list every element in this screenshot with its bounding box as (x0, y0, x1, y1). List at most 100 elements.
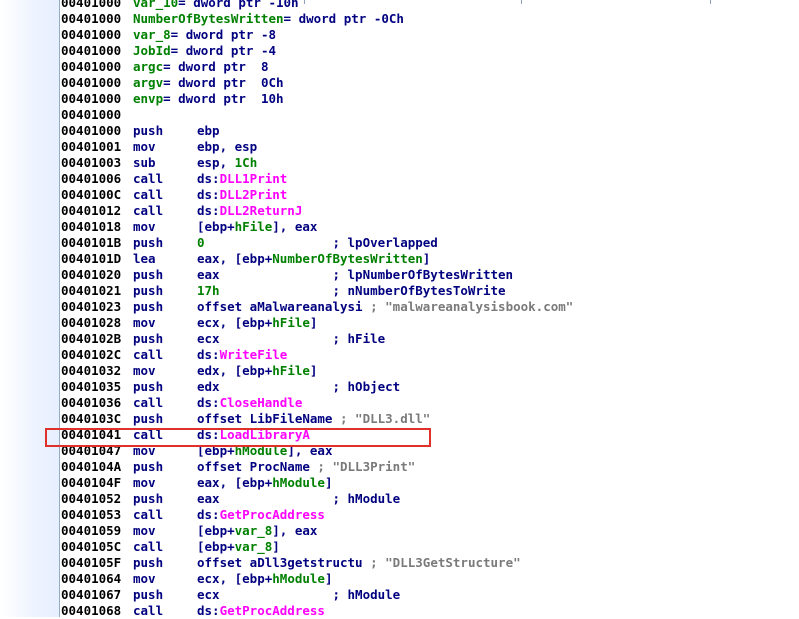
variable-ref[interactable]: hModule (272, 475, 325, 490)
instruction-operands[interactable]: [ebp+var_8], eax (197, 523, 317, 538)
instruction-operands[interactable]: ecx, [ebp+hFile] (197, 315, 317, 330)
instruction-mnemonic[interactable]: push (133, 267, 197, 283)
variable-ref[interactable]: hFile (272, 363, 310, 378)
instruction-mnemonic[interactable]: push (133, 411, 197, 427)
line-address[interactable]: 00401018 (61, 219, 133, 235)
line-address[interactable]: 00401032 (61, 363, 133, 379)
line-address[interactable]: 00401052 (61, 491, 133, 507)
line-address[interactable]: 00401053 (61, 507, 133, 523)
instruction-operands[interactable]: eax (197, 491, 220, 506)
instruction-mnemonic[interactable]: mov (133, 315, 197, 331)
instruction-mnemonic[interactable]: mov (133, 139, 197, 155)
import-name[interactable]: DLL1Print (220, 171, 288, 186)
instruction-mnemonic[interactable]: call (133, 187, 197, 203)
instruction-operands[interactable]: edx (197, 379, 220, 394)
listing-line[interactable]: 0040103C push offset LibFileName ; "DLL3.d… (61, 411, 799, 427)
instruction-operands[interactable]: offset LibFileName (197, 411, 332, 426)
listing-line[interactable]: 00401000 (61, 107, 799, 123)
variable-ref[interactable]: NumberOfBytesWritten (272, 251, 423, 266)
instruction-mnemonic[interactable]: call (133, 171, 197, 187)
instruction-mnemonic[interactable]: push (133, 283, 197, 299)
line-address[interactable]: 00401035 (61, 379, 133, 395)
line-address[interactable]: 00401000 (61, 43, 133, 59)
stack-var-name[interactable]: JobId (133, 43, 171, 58)
line-address[interactable]: 00401021 (61, 283, 133, 299)
listing-line[interactable]: 00401021 push 17h ; nNumberOfBytesToWrite (61, 283, 799, 299)
import-name[interactable]: DLL2ReturnJ (220, 203, 303, 218)
instruction-mnemonic[interactable]: mov (133, 363, 197, 379)
listing-line[interactable]: 0040101B push 0 ; lpOverlapped (61, 235, 799, 251)
line-address[interactable]: 0040102B (61, 331, 133, 347)
instruction-operands[interactable]: eax, [ebp+hModule] (197, 475, 332, 490)
instruction-operands[interactable]: eax, [ebp+NumberOfBytesWritten] (197, 251, 430, 266)
line-address[interactable]: 00401064 (61, 571, 133, 587)
listing-line[interactable]: 0040100C call ds:DLL2Print (61, 187, 799, 203)
stack-var-name[interactable]: argv (133, 75, 163, 90)
instruction-mnemonic[interactable]: push (133, 491, 197, 507)
import-name[interactable]: GetProcAddress (220, 507, 325, 522)
variable-ref[interactable]: var_8 (235, 539, 273, 554)
line-address[interactable]: 00401067 (61, 587, 133, 603)
line-address[interactable]: 00401001 (61, 139, 133, 155)
listing-line[interactable]: 0040102C call ds:WriteFile (61, 347, 799, 363)
listing-line[interactable]: 0040102B push ecx ; hFile (61, 331, 799, 347)
line-address[interactable]: 00401000 (61, 91, 133, 107)
line-address[interactable]: 00401028 (61, 315, 133, 331)
instruction-operands[interactable]: ds:DLL2ReturnJ (197, 203, 302, 218)
variable-ref[interactable]: hModule (272, 571, 325, 586)
listing-line[interactable]: 00401028 mov ecx, [ebp+hFile] (61, 315, 799, 331)
line-address[interactable]: 0040100C (61, 187, 133, 203)
instruction-mnemonic[interactable]: push (133, 555, 197, 571)
instruction-operands[interactable]: eax (197, 267, 220, 282)
listing-line[interactable]: 00401000 argv= dword ptr 0Ch (61, 75, 799, 91)
listing-line[interactable]: 00401064 mov ecx, [ebp+hModule] (61, 571, 799, 587)
instruction-mnemonic[interactable]: mov (133, 475, 197, 491)
stack-var-name[interactable]: argc (133, 59, 163, 74)
instruction-mnemonic[interactable]: push (133, 459, 197, 475)
listing-line[interactable]: 00401036 call ds:CloseHandle (61, 395, 799, 411)
instruction-mnemonic[interactable]: push (133, 235, 197, 251)
instruction-operands[interactable]: ecx, [ebp+hModule] (197, 571, 332, 586)
variable-ref[interactable]: hFile (272, 315, 310, 330)
instruction-operands[interactable]: 0 (197, 235, 205, 250)
listing-line[interactable]: 00401018 mov [ebp+hFile], eax (61, 219, 799, 235)
instruction-operands[interactable]: ds:DLL2Print (197, 187, 287, 202)
instruction-mnemonic[interactable]: push (133, 331, 197, 347)
instruction-operands[interactable]: ebp (197, 123, 220, 138)
instruction-mnemonic[interactable]: mov (133, 571, 197, 587)
instruction-operands[interactable]: ds:CloseHandle (197, 395, 302, 410)
listing-line[interactable]: 00401052 push eax ; hModule (61, 491, 799, 507)
instruction-operands[interactable]: edx, [ebp+hFile] (197, 363, 317, 378)
listing-line[interactable]: 0040105F push offset aDll3getstructu ; "DL… (61, 555, 799, 571)
instruction-mnemonic[interactable]: call (133, 203, 197, 219)
line-address[interactable]: 00401000 (61, 107, 133, 123)
instruction-operands[interactable]: esp, 1Ch (197, 155, 257, 170)
listing-line[interactable]: 00401000 NumberOfBytesWritten= dword ptr … (61, 11, 799, 27)
listing-line[interactable]: 00401000 var_10= dword ptr -10h (61, 0, 799, 11)
line-address[interactable]: 00401000 (61, 11, 133, 27)
instruction-mnemonic[interactable]: mov (133, 219, 197, 235)
instruction-operands[interactable]: [ebp+hFile], eax (197, 219, 317, 234)
listing-line[interactable]: 00401012 call ds:DLL2ReturnJ (61, 203, 799, 219)
line-address[interactable]: 0040105F (61, 555, 133, 571)
instruction-operands[interactable]: ecx (197, 587, 220, 602)
import-name[interactable]: CloseHandle (220, 395, 303, 410)
variable-ref[interactable]: var_8 (235, 523, 273, 538)
import-name[interactable]: GetProcAddress (220, 603, 325, 618)
line-address[interactable]: 00401000 (61, 75, 133, 91)
instruction-operands[interactable]: offset ProcName (197, 459, 310, 474)
instruction-operands[interactable]: ds:WriteFile (197, 347, 287, 362)
variable-ref[interactable]: hFile (235, 219, 273, 234)
listing-line[interactable]: 00401023 push offset aMalwareanalysi ; "ma… (61, 299, 799, 315)
listing-line[interactable]: 00401000 JobId= dword ptr -4 (61, 43, 799, 59)
instruction-mnemonic[interactable]: push (133, 587, 197, 603)
line-address[interactable]: 0040104F (61, 475, 133, 491)
line-address[interactable]: 00401000 (61, 59, 133, 75)
listing-line[interactable]: 00401067 push ecx ; hModule (61, 587, 799, 603)
listing-line[interactable]: 00401001 mov ebp, esp (61, 139, 799, 155)
instruction-mnemonic[interactable]: call (133, 507, 197, 523)
listing-line[interactable]: 00401003 sub esp, 1Ch (61, 155, 799, 171)
listing-line[interactable]: 0040104A push offset ProcName ; "DLL3Print… (61, 459, 799, 475)
instruction-mnemonic[interactable]: call (133, 539, 197, 555)
line-address[interactable]: 0040101D (61, 251, 133, 267)
